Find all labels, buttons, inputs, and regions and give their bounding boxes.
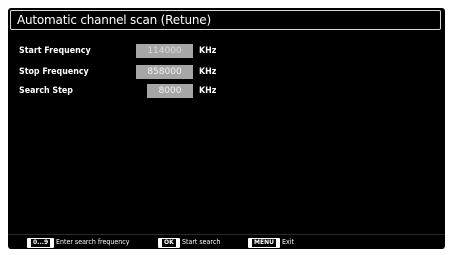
search-step-label: Search Step: [19, 86, 73, 96]
page-title: Automatic channel scan (Retune): [17, 13, 211, 27]
setting-row-stop-frequency[interactable]: Stop Frequency 858000 KHz: [8, 65, 445, 79]
hint-start-search[interactable]: OK Start search: [158, 237, 224, 249]
tv-menu-screen: Automatic channel scan (Retune) Start Fr…: [8, 8, 445, 249]
menu-key-icon: MENU: [248, 238, 280, 248]
setting-row-search-step[interactable]: Search Step 8000 KHz: [8, 84, 445, 98]
search-step-field[interactable]: 8000: [147, 84, 193, 98]
stop-frequency-label: Stop Frequency: [19, 67, 89, 77]
footer-hints: 0...9 Enter search frequency OK Start sear…: [8, 237, 445, 249]
digit-keys-icon: 0...9: [27, 238, 55, 248]
start-frequency-field[interactable]: 114000: [136, 44, 193, 58]
stop-frequency-field[interactable]: 858000: [136, 65, 193, 79]
hint-enter-frequency-text: Enter search frequency: [56, 238, 130, 246]
hint-exit[interactable]: MENU Exit: [248, 237, 295, 249]
ok-key-icon: OK: [158, 238, 180, 248]
hint-enter-frequency[interactable]: 0...9 Enter search frequency: [27, 237, 138, 249]
start-frequency-unit: KHz: [199, 46, 217, 56]
footer-divider: [8, 234, 445, 235]
hint-start-search-text: Start search: [181, 238, 221, 246]
title-bar: Automatic channel scan (Retune): [10, 10, 441, 30]
hint-exit-text: Exit: [281, 238, 294, 246]
setting-row-start-frequency[interactable]: Start Frequency 114000 KHz: [8, 44, 445, 58]
search-step-unit: KHz: [199, 86, 217, 96]
stop-frequency-unit: KHz: [199, 67, 217, 77]
start-frequency-label: Start Frequency: [19, 46, 91, 56]
